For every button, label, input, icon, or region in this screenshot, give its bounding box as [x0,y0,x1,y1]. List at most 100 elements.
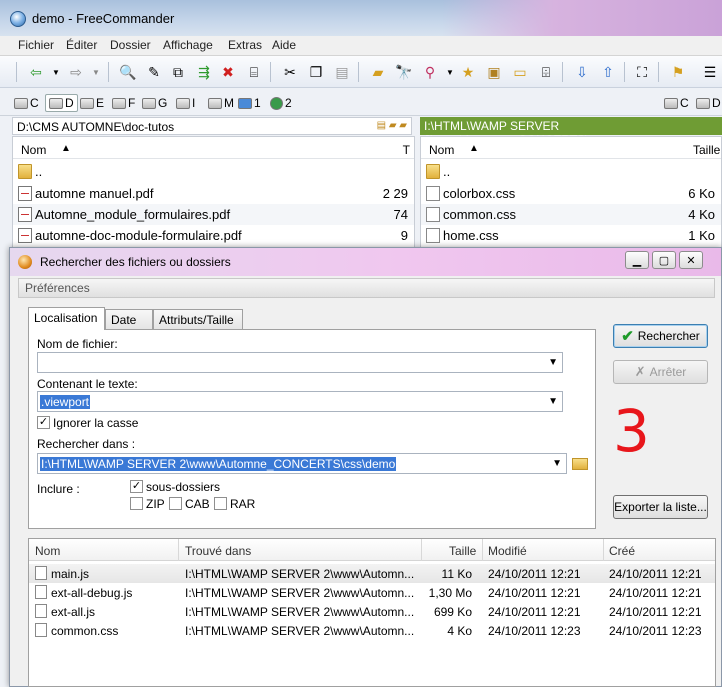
filename-combo[interactable]: ▼ [37,352,563,373]
paste-icon[interactable]: ▤ [332,62,352,82]
drive-e[interactable]: E [80,94,104,112]
column-divider[interactable] [178,539,179,561]
subfolders-checkbox[interactable]: ✓ [130,480,143,493]
list-item[interactable]: .. [421,161,721,182]
copy-file-icon[interactable]: ⧉ [168,62,188,82]
forward-dropdown-icon[interactable]: ▼ [86,62,106,82]
ftp-drive-2[interactable]: 2 [270,94,292,112]
list-item[interactable]: automne-doc-module-formulaire.pdf 9 [13,225,414,246]
delete-icon[interactable]: ✖ [218,62,238,82]
move-file-icon[interactable]: ⇶ [194,62,214,82]
list-item[interactable]: colorbox.css 6 Ko [421,183,721,204]
tab-date[interactable]: Date [105,309,153,329]
new-folder-icon[interactable]: ▰ [368,62,388,82]
column-divider[interactable] [482,539,483,561]
filter-icon[interactable]: ⚲ [420,62,440,82]
image-icon[interactable]: ⛶ [632,62,652,82]
col-modifie[interactable]: Modifié [488,544,527,558]
title-bar[interactable]: demo - FreeCommander [0,0,722,36]
preferences-bar[interactable]: Préférences [18,278,715,298]
list-item[interactable]: common.css 4 Ko [421,204,721,225]
stop-button[interactable]: ✗ Arrêter [613,360,708,384]
list-item[interactable]: Automne_module_formulaires.pdf 74 [13,204,414,225]
tab-attributs-taille[interactable]: Attributs/Taille [153,309,243,329]
filter-dropdown-icon[interactable]: ▼ [440,62,460,82]
menu-extras[interactable]: Extras [228,38,262,52]
chevron-down-icon[interactable]: ▼ [552,458,562,469]
favorites-icon[interactable]: ★ [458,62,478,82]
drive-d[interactable]: D [45,94,78,112]
table-row[interactable]: main.js I:\HTML\WAMP SERVER 2\www\Automn… [29,564,715,583]
search-button[interactable]: ✔ Rechercher [613,324,708,348]
right-path-bar[interactable]: I:\HTML\WAMP SERVER 2\www\Automne_CONCER… [420,117,722,147]
browse-folder-icon[interactable] [572,458,588,470]
drive-icon[interactable]: ⌹ [536,62,556,82]
contains-text-combo[interactable]: .viewport ▼ [37,391,563,412]
menu-aide[interactable]: Aide [272,38,296,52]
sort-up-icon: ▲ [61,143,71,154]
list-item[interactable]: .. [13,161,414,182]
table-row[interactable]: common.css I:\HTML\WAMP SERVER 2\www\Aut… [29,621,715,640]
right-col-name[interactable]: Nom [429,143,454,157]
drive-i[interactable]: I [176,94,195,112]
menu-dossier[interactable]: Dossier [110,38,151,52]
column-divider[interactable] [421,539,422,561]
right-drive-d[interactable]: D [696,94,721,112]
col-taille[interactable]: Taille [449,544,476,558]
search-icon[interactable]: 🔭 [394,62,414,82]
menu-affichage[interactable]: Affichage [163,38,213,52]
right-drive-c[interactable]: C [664,94,689,112]
tree-icon[interactable]: ⚑ [668,62,688,82]
chevron-down-icon[interactable]: ▼ [548,396,558,407]
size-icon[interactable]: ▣ [484,62,504,82]
export-list-button[interactable]: Exporter la liste... [613,495,708,519]
chevron-down-icon[interactable]: ▼ [548,357,558,368]
network-drive-1[interactable]: 1 [238,94,261,112]
copy-icon[interactable]: ❐ [306,62,326,82]
drive-i-label: I [192,96,196,110]
drive-f-label: F [128,96,136,110]
ignore-case-checkbox[interactable]: ✓ [37,416,50,429]
table-row[interactable]: ext-all.js I:\HTML\WAMP SERVER 2\www\Aut… [29,602,715,621]
tab-localisation[interactable]: Localisation [28,307,105,330]
folder-icon[interactable]: ▭ [510,62,530,82]
left-path-bar[interactable]: D:\CMS AUTOMNE\doc-tutos ▤ ▰ ▰ [12,117,412,135]
close-icon[interactable]: ✕ [679,251,703,269]
download-icon[interactable]: ⇩ [572,62,592,82]
list-item[interactable]: automne manuel.pdf 2 29 [13,183,414,204]
col-nom[interactable]: Nom [35,544,60,558]
left-col-name[interactable]: Nom [21,143,46,157]
minimize-icon[interactable]: ▁ [625,251,649,269]
drive-g[interactable]: G [142,94,167,112]
drive-c[interactable]: C [14,94,39,112]
rar-checkbox[interactable] [214,497,227,510]
cab-checkbox[interactable] [169,497,182,510]
search-in-combo[interactable]: I:\HTML\WAMP SERVER 2\www\Automne_CONCER… [37,453,567,474]
right-col-size[interactable]: Taille [693,143,720,157]
back-dropdown-icon[interactable]: ▼ [46,62,66,82]
drive-f[interactable]: F [112,94,135,112]
col-trouve-dans[interactable]: Trouvé dans [185,544,251,558]
table-row[interactable]: ext-all-debug.js I:\HTML\WAMP SERVER 2\w… [29,583,715,602]
drive-m[interactable]: M [208,94,234,112]
zip-checkbox[interactable] [130,497,143,510]
maximize-icon[interactable]: ▢ [652,251,676,269]
properties-icon[interactable]: ⌸ [244,62,264,82]
column-divider[interactable] [603,539,604,561]
left-col-size[interactable]: T [403,143,410,157]
back-arrow-icon[interactable]: ⇦ [26,62,46,82]
subfolders-label: sous-dossiers [146,480,221,494]
network-icon [238,97,252,109]
forward-arrow-icon[interactable]: ⇨ [66,62,86,82]
cut-icon[interactable]: ✂ [280,62,300,82]
list-item[interactable]: home.css 1 Ko [421,225,721,246]
edit-icon[interactable]: ✎ [144,62,164,82]
view-icon[interactable]: 🔍 [118,62,138,82]
path-folder-icons[interactable]: ▤ ▰ ▰ [377,120,407,131]
col-cree[interactable]: Créé [609,544,635,558]
dialog-title-bar[interactable]: Rechercher des fichiers ou dossiers ▁ ▢ … [10,248,721,276]
menu-fichier[interactable]: Fichier [18,38,54,52]
upload-icon[interactable]: ⇧ [598,62,618,82]
menu-editer[interactable]: Éditer [66,38,97,52]
details-view-icon[interactable]: ☰ [700,62,720,82]
